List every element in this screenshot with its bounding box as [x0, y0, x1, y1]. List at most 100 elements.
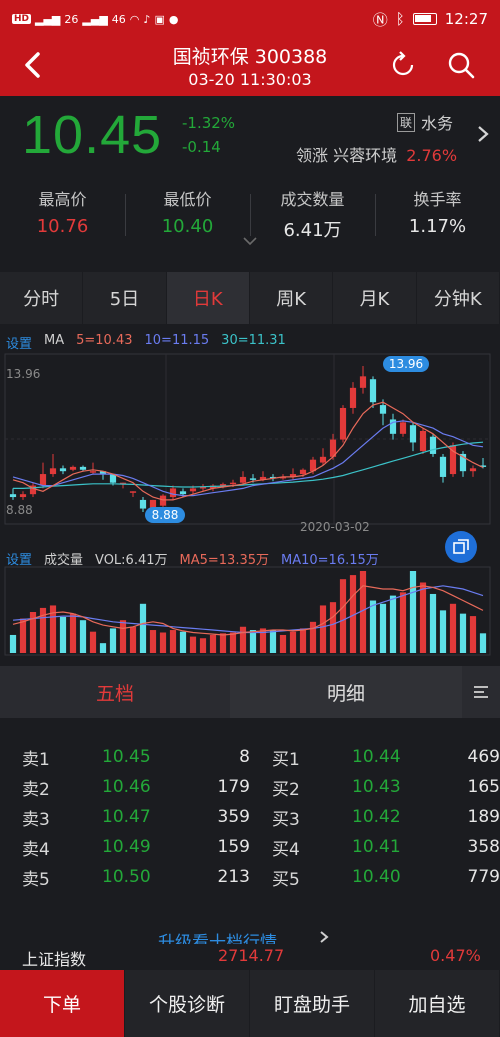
candle-body	[169, 488, 177, 498]
concept-name: 水务	[421, 114, 454, 133]
bid-qty: 358	[467, 837, 500, 857]
candle-body	[399, 422, 407, 434]
bid-qty: 189	[467, 807, 500, 827]
concept-badge: 联	[397, 112, 416, 132]
candle-body	[299, 469, 307, 475]
tab-trade-detail[interactable]: 明细	[230, 666, 462, 718]
candle-body	[79, 466, 87, 470]
volume-bar	[109, 628, 117, 653]
tab-minute-k[interactable]: 分钟K	[417, 272, 500, 324]
app-header: 国祯环保 300388 03-20 11:30:03	[0, 38, 500, 96]
signal-icon: ▂▄▆	[82, 12, 108, 26]
bid-level: 买4	[272, 839, 300, 860]
volume-bar	[479, 633, 487, 653]
volume-bar	[199, 638, 207, 653]
candle-body	[159, 495, 167, 506]
candle-body	[339, 407, 347, 440]
bid-price: 10.44	[352, 747, 401, 767]
ask-price: 10.45	[102, 747, 151, 767]
volume-bar	[79, 620, 87, 653]
bid-row: 买3 10.42 189	[272, 802, 500, 832]
candle-body	[239, 476, 247, 483]
kline-chart[interactable]: 13.96 8.88 2020-03-02 13.96 8.88	[0, 352, 500, 542]
candle-body	[9, 494, 17, 498]
tab-weekly-k[interactable]: 周K	[250, 272, 334, 324]
ask-level: 卖5	[22, 869, 50, 890]
ask-price: 10.50	[102, 867, 151, 887]
ma10-value: 10=11.15	[144, 333, 210, 348]
candle-body	[139, 499, 147, 509]
menu-icon[interactable]	[462, 666, 500, 718]
ma5-value: 5=10.43	[76, 333, 133, 348]
refresh-icon[interactable]	[388, 50, 418, 80]
candle-body	[439, 456, 447, 477]
volume-bar	[439, 610, 447, 653]
signal-icon: ▂▄▆	[35, 12, 61, 26]
candle-body	[249, 478, 257, 480]
candle-body	[69, 466, 77, 470]
y-axis-max-label: 13.96	[6, 367, 40, 381]
candle-body	[419, 430, 427, 452]
bid-row: 买1 10.44 469	[272, 742, 500, 772]
volume-bar	[99, 643, 107, 653]
tab-daily-k[interactable]: 日K	[166, 272, 250, 324]
ask-qty: 8	[239, 747, 250, 767]
volume-bar	[159, 632, 167, 653]
wifi-icon: ◠	[129, 12, 140, 26]
battery-icon	[412, 13, 437, 25]
tab-intraday[interactable]: 分时	[0, 272, 84, 324]
place-order-button[interactable]: 下单	[0, 970, 125, 1037]
candle-body	[359, 376, 367, 388]
index-ticker[interactable]: 上证指数 2714.77 0.47%	[0, 944, 500, 970]
bid-level: 买3	[272, 809, 300, 830]
tab-monthly-k[interactable]: 月K	[333, 272, 417, 324]
concept-link[interactable]: 联 水务	[397, 110, 453, 134]
bid-price: 10.41	[352, 837, 401, 857]
ask-qty: 179	[217, 777, 250, 797]
stock-diagnosis-button[interactable]: 个股诊断	[125, 970, 250, 1037]
stat-label: 最低价	[163, 190, 212, 209]
candle-body	[39, 474, 47, 486]
stat-volume: 成交数量 6.41万	[250, 186, 375, 242]
volume-bar	[279, 634, 287, 653]
bid-row: 买4 10.41 358	[272, 832, 500, 862]
ask-qty: 213	[217, 867, 250, 887]
stat-low: 最低价 10.40	[125, 186, 250, 237]
index-name: 上证指数	[22, 950, 87, 969]
stock-title: 国祯环保 300388	[172, 46, 328, 68]
candle-body	[369, 379, 377, 403]
volume-chart[interactable]	[0, 565, 500, 660]
candle-body	[89, 471, 97, 473]
stat-label: 最高价	[38, 190, 87, 209]
ask-qty: 359	[217, 807, 250, 827]
stats-panel: 最高价 10.76 最低价 10.40 成交数量 6.41万 换手率 1.17%	[0, 176, 500, 262]
volume-bar	[249, 630, 257, 653]
ma-legend: 设置 MA 5=10.43 10=11.15 30=11.31	[6, 333, 286, 352]
tab-5day[interactable]: 5日	[83, 272, 167, 324]
fullscreen-toggle-icon[interactable]	[445, 531, 477, 563]
candle-body	[189, 488, 197, 492]
index-percent: 0.47%	[430, 946, 481, 965]
stat-high: 最高价 10.76	[0, 186, 125, 237]
candle-body	[379, 405, 387, 414]
ask-row: 卖2 10.46 179	[22, 772, 250, 802]
leader-percent: 2.76%	[406, 146, 458, 165]
volume-bar	[449, 603, 457, 653]
volume-bar	[309, 621, 317, 653]
chevron-right-icon[interactable]	[476, 124, 490, 144]
expand-chevron-icon[interactable]	[242, 236, 258, 246]
stat-label: 换手率	[413, 190, 462, 209]
stat-value: 10.76	[36, 216, 89, 237]
min-price-callout: 8.88	[145, 507, 185, 523]
watch-assistant-button[interactable]: 盯盘助手	[250, 970, 375, 1037]
volume-bar	[459, 613, 467, 653]
min-price-label: 8.88	[152, 508, 179, 522]
concept-leader[interactable]: 领涨 兴蓉环境 2.76%	[296, 142, 457, 166]
tab-five-levels[interactable]: 五档	[0, 666, 230, 718]
chevron-right-icon[interactable]	[318, 930, 330, 944]
add-watchlist-button[interactable]: 加自选	[375, 970, 500, 1037]
ask-qty: 159	[217, 837, 250, 857]
quote-panel: 10.45 -1.32% -0.14 联 水务 领涨 兴蓉环境 2.76%	[0, 96, 500, 176]
ma-settings-link[interactable]: 设置	[6, 333, 32, 352]
search-icon[interactable]	[446, 50, 476, 80]
